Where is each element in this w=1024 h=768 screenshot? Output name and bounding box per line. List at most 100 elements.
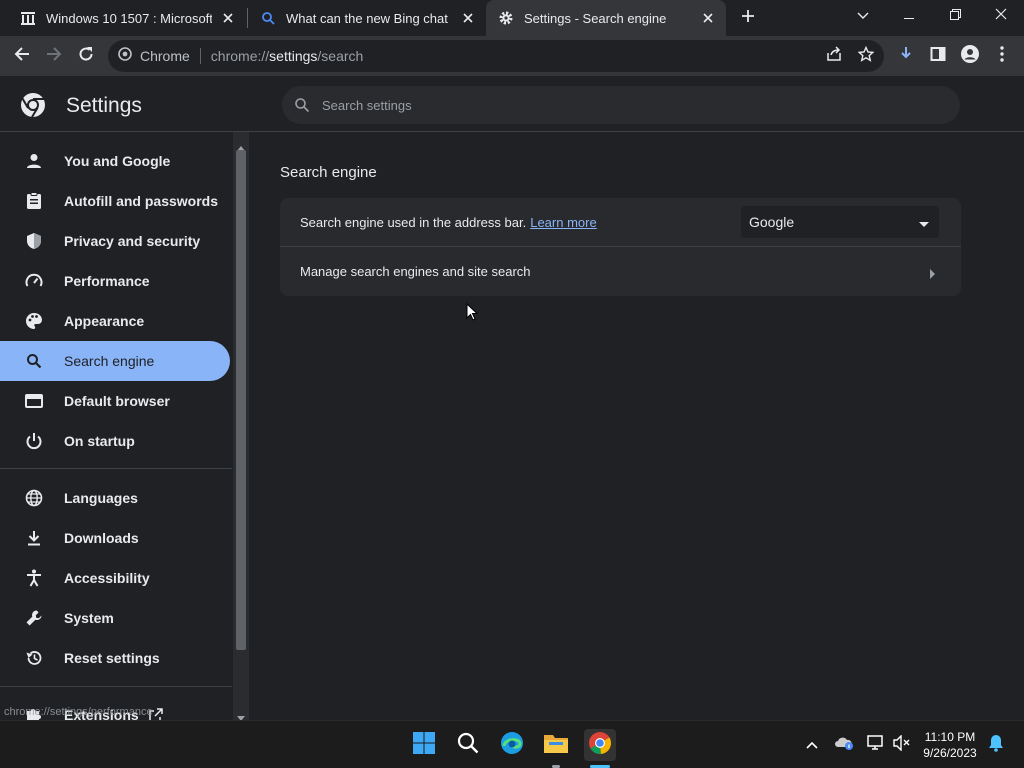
speedometer-icon xyxy=(24,271,44,291)
learn-more-link[interactable]: Learn more xyxy=(530,215,596,230)
address-bar[interactable]: Chrome chrome://settings/search xyxy=(108,40,884,72)
notifications-button[interactable] xyxy=(986,734,1006,757)
sidebar-item-search-engine[interactable]: Search engine xyxy=(0,341,230,381)
onedrive-tray-button[interactable] xyxy=(834,735,854,755)
caret-right-icon xyxy=(930,266,935,284)
avatar-icon xyxy=(961,44,979,68)
close-icon[interactable] xyxy=(698,8,718,28)
sidebar-item-label: Default browser xyxy=(64,393,170,409)
sidebar-item-performance[interactable]: Performance xyxy=(0,261,230,301)
wrench-icon xyxy=(24,608,44,628)
taskbar-clock[interactable]: 11:10 PM 9/26/2023 xyxy=(918,729,982,761)
search-input[interactable] xyxy=(322,97,922,113)
download-arrow-icon xyxy=(899,46,913,67)
sidebar-item-label: Appearance xyxy=(64,313,145,329)
sidebar-item-label: Search engine xyxy=(64,353,155,369)
manage-search-engines-row[interactable]: Manage search engines and site search xyxy=(280,247,961,296)
chevron-down-icon xyxy=(857,7,869,25)
sidebar-item-label: Downloads xyxy=(64,530,139,546)
sidebar-item-appearance[interactable]: Appearance xyxy=(0,301,230,341)
sidebar-item-you-and-google[interactable]: You and Google xyxy=(0,141,230,181)
tab-bing[interactable]: What can the new Bing chat do f xyxy=(248,0,486,36)
sidebar-item-reset-settings[interactable]: Reset settings xyxy=(0,638,230,678)
sidebar-item-downloads[interactable]: Downloads xyxy=(0,518,230,558)
mouse-cursor-icon xyxy=(466,302,479,326)
downloads-button[interactable] xyxy=(890,40,922,72)
browser-window: Windows 10 1507 : Microsoft : F What can… xyxy=(0,0,1024,768)
forward-button[interactable] xyxy=(38,40,70,72)
sidebar-item-autofill[interactable]: Autofill and passwords xyxy=(0,181,230,221)
minimize-button[interactable] xyxy=(886,0,932,32)
history-icon xyxy=(24,648,44,668)
restore-icon xyxy=(949,7,961,25)
scrollbar-thumb[interactable] xyxy=(236,150,246,650)
new-tab-button[interactable] xyxy=(732,2,764,34)
bing-search-icon xyxy=(260,10,276,26)
reload-icon xyxy=(78,46,94,67)
taskbar-chrome-button[interactable] xyxy=(584,729,616,761)
sidebar-item-accessibility[interactable]: Accessibility xyxy=(0,558,230,598)
volume-tray-button[interactable] xyxy=(892,733,912,756)
sidebar-item-label: System xyxy=(64,610,114,626)
windows-logo-icon xyxy=(412,731,436,760)
star-icon xyxy=(857,45,875,67)
reload-button[interactable] xyxy=(70,40,102,72)
chrome-icon xyxy=(588,731,612,760)
sidebar-item-label: On startup xyxy=(64,433,135,449)
show-hidden-icons-button[interactable] xyxy=(802,735,822,755)
search-engine-card: Search engine used in the address bar. L… xyxy=(280,198,961,296)
globe-icon xyxy=(24,488,44,508)
taskbar-explorer-button[interactable] xyxy=(540,729,572,761)
accessibility-icon xyxy=(24,568,44,588)
tab-archive[interactable]: Windows 10 1507 : Microsoft : F xyxy=(8,0,246,36)
clock-date: 9/26/2023 xyxy=(923,746,977,760)
folder-icon xyxy=(543,732,569,759)
back-button[interactable] xyxy=(6,40,38,72)
side-panel-icon xyxy=(930,46,946,67)
page-title: Settings xyxy=(66,94,142,117)
search-engine-row: Search engine used in the address bar. L… xyxy=(280,198,961,247)
chrome-logo-icon xyxy=(20,92,46,123)
network-icon xyxy=(867,734,885,756)
bookmark-button[interactable] xyxy=(850,40,882,72)
settings-header: Settings xyxy=(0,76,1024,132)
search-icon xyxy=(457,732,479,759)
chrome-chip[interactable]: Chrome xyxy=(118,46,190,66)
close-icon[interactable] xyxy=(458,8,478,28)
sidebar-item-default-browser[interactable]: Default browser xyxy=(0,381,230,421)
plus-icon xyxy=(741,9,755,28)
url-text: chrome://settings/search xyxy=(210,48,364,64)
sidebar-item-privacy[interactable]: Privacy and security xyxy=(0,221,230,261)
sidebar-item-on-startup[interactable]: On startup xyxy=(0,421,230,461)
search-engine-select[interactable]: Google xyxy=(741,206,939,238)
close-icon[interactable] xyxy=(218,8,238,28)
search-settings-box[interactable] xyxy=(282,86,960,124)
edge-icon xyxy=(500,731,524,760)
volume-muted-icon xyxy=(893,733,911,756)
taskbar-edge-button[interactable] xyxy=(496,729,528,761)
minimize-icon xyxy=(904,7,914,25)
omnibox-separator xyxy=(199,48,201,64)
profile-button[interactable] xyxy=(954,40,986,72)
tab-settings[interactable]: Settings - Search engine xyxy=(486,0,726,36)
network-tray-button[interactable] xyxy=(866,734,886,756)
menu-button[interactable] xyxy=(986,40,1018,72)
bell-icon xyxy=(988,734,1004,757)
share-button[interactable] xyxy=(818,40,850,72)
caret-down-icon xyxy=(919,214,929,230)
start-button[interactable] xyxy=(408,729,440,761)
clipboard-icon xyxy=(24,191,44,211)
section-title: Search engine xyxy=(280,164,377,181)
sidebar-scrollbar[interactable] xyxy=(233,132,249,721)
sidebar-item-system[interactable]: System xyxy=(0,598,230,638)
close-window-button[interactable] xyxy=(978,0,1024,32)
side-panel-button[interactable] xyxy=(922,40,954,72)
restore-button[interactable] xyxy=(932,0,978,32)
sidebar-item-languages[interactable]: Languages xyxy=(0,478,230,518)
settings-sidebar: You and Google Autofill and passwords Pr… xyxy=(0,132,232,720)
chrome-chip-label: Chrome xyxy=(140,48,190,64)
tab-search-button[interactable] xyxy=(840,0,886,32)
search-icon xyxy=(24,351,44,371)
taskbar-search-button[interactable] xyxy=(452,729,484,761)
manage-search-engines-label: Manage search engines and site search xyxy=(300,264,531,279)
